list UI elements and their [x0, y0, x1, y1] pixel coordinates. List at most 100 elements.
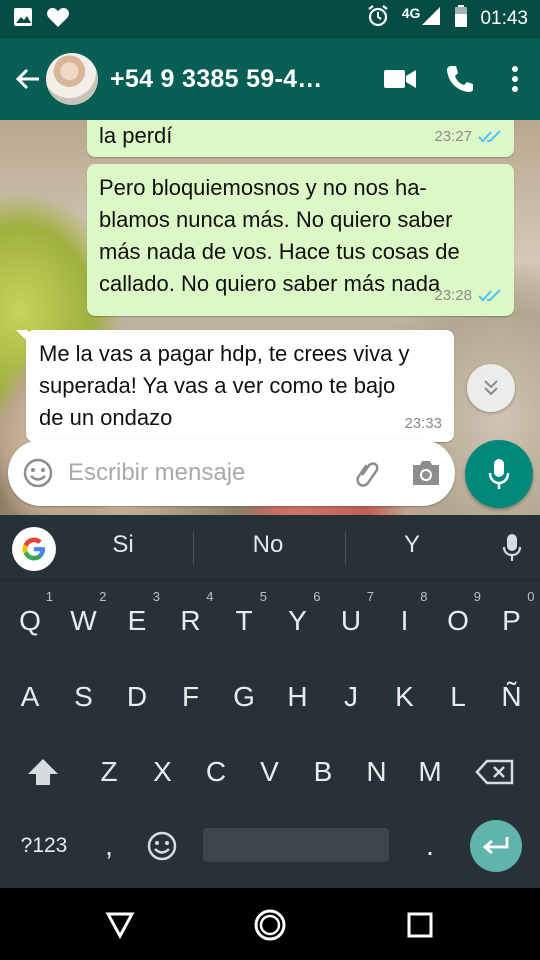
alarm-icon — [366, 4, 390, 34]
key-hint: 1 — [45, 589, 53, 604]
suggestion[interactable]: No — [208, 531, 328, 559]
key-g[interactable]: G — [219, 667, 269, 727]
key-u[interactable]: U7 — [326, 589, 376, 651]
backspace-key[interactable] — [470, 742, 520, 802]
keyboard: Si No Y Q1W2E3R4T5Y6U7I8O9P0 ASDFGHJKLÑ … — [0, 515, 540, 888]
symbols-key[interactable]: ?123 — [12, 816, 76, 876]
emoji-key[interactable] — [137, 816, 187, 876]
nav-back-button[interactable] — [100, 905, 140, 945]
message-time: 23:33 — [404, 415, 442, 432]
double-chevron-down-icon — [484, 380, 498, 396]
key-hint: 9 — [473, 589, 481, 604]
message-input[interactable]: Escribir mensaje — [68, 459, 339, 487]
compose-bar: Escribir mensaje — [8, 440, 455, 506]
key-l[interactable]: L — [433, 667, 483, 727]
clock: 01:43 — [480, 8, 528, 29]
back-arrow-icon — [15, 68, 39, 90]
message-time: 23:27 — [434, 128, 472, 145]
divider — [345, 531, 346, 565]
read-receipt-icon — [478, 289, 501, 302]
key-hint: 2 — [99, 589, 107, 604]
attach-button[interactable] — [339, 458, 397, 488]
key-x[interactable]: X — [138, 742, 188, 802]
back-button[interactable] — [6, 57, 50, 101]
key-e[interactable]: E3 — [112, 589, 162, 651]
key-h[interactable]: H — [273, 667, 323, 727]
period-key[interactable]: . — [405, 816, 455, 876]
voice-call-button[interactable] — [430, 49, 490, 109]
video-call-icon — [384, 70, 416, 88]
key-hint: 7 — [366, 589, 374, 604]
key-m[interactable]: M — [405, 742, 455, 802]
suggestion[interactable]: Y — [352, 531, 472, 559]
camera-icon — [413, 461, 439, 485]
key-ñ[interactable]: Ñ — [487, 667, 537, 727]
signal-icon — [420, 5, 442, 33]
emoji-button[interactable] — [8, 457, 68, 489]
key-hint: 5 — [259, 589, 267, 604]
key-n[interactable]: N — [352, 742, 402, 802]
shift-icon — [28, 759, 58, 785]
key-j[interactable]: J — [326, 667, 376, 727]
contact-name[interactable]: +54 9 3385 59-4… — [110, 65, 332, 94]
read-receipt-icon — [478, 130, 501, 143]
key-q[interactable]: Q1 — [5, 589, 55, 651]
message-text: Me la vas a pagar hdp, te crees viva y s… — [39, 341, 410, 430]
nav-back-icon — [105, 912, 135, 939]
emoji-icon — [147, 831, 177, 861]
key-v[interactable]: V — [245, 742, 295, 802]
mic-icon — [502, 534, 522, 561]
key-i[interactable]: I8 — [380, 589, 430, 651]
scroll-to-bottom-button[interactable] — [467, 364, 515, 412]
network-type: 4G — [401, 5, 421, 21]
emoji-icon — [23, 458, 53, 488]
key-hint: 4 — [206, 589, 214, 604]
key-s[interactable]: S — [59, 667, 109, 727]
key-t[interactable]: T5 — [219, 589, 269, 651]
nav-home-button[interactable] — [250, 905, 290, 945]
shift-key[interactable] — [18, 742, 68, 802]
key-r[interactable]: R4 — [166, 589, 216, 651]
enter-key[interactable] — [470, 820, 522, 872]
key-y[interactable]: Y6 — [273, 589, 323, 651]
more-options-button[interactable] — [490, 49, 540, 109]
camera-button[interactable] — [397, 459, 455, 487]
key-hint: 6 — [313, 589, 321, 604]
message-bubble[interactable]: Me la vas a pagar hdp, te crees viva y s… — [16, 330, 454, 442]
key-f[interactable]: F — [166, 667, 216, 727]
more-vert-icon — [512, 66, 518, 92]
status-bar: 4G 01:43 — [0, 0, 540, 38]
message-time: 23:28 — [434, 287, 472, 304]
key-hint: 8 — [420, 589, 428, 604]
google-icon[interactable] — [12, 527, 56, 571]
key-w[interactable]: W2 — [59, 589, 109, 651]
key-a[interactable]: A — [5, 667, 55, 727]
key-k[interactable]: K — [380, 667, 430, 727]
key-hint: 0 — [527, 589, 535, 604]
avatar[interactable] — [46, 53, 98, 105]
mic-icon — [488, 459, 510, 489]
nav-home-icon — [254, 909, 286, 941]
key-b[interactable]: B — [298, 742, 348, 802]
key-d[interactable]: D — [112, 667, 162, 727]
paperclip-icon — [356, 462, 379, 487]
enter-icon — [482, 837, 509, 855]
image-icon — [12, 6, 34, 33]
nav-recents-button[interactable] — [400, 905, 440, 945]
voice-typing-button[interactable] — [502, 533, 522, 568]
space-key[interactable] — [203, 828, 389, 862]
video-call-button[interactable] — [370, 49, 430, 109]
chat-header: +54 9 3385 59-4… — [0, 38, 540, 120]
key-p[interactable]: P0 — [487, 589, 537, 651]
key-z[interactable]: Z — [84, 742, 134, 802]
voice-record-button[interactable] — [465, 440, 533, 508]
divider — [193, 531, 194, 565]
key-o[interactable]: O9 — [433, 589, 483, 651]
comma-key[interactable]: , — [84, 816, 134, 876]
message-bubble[interactable]: Pero bloquiemosnos y no nos ha- blamos n… — [87, 164, 514, 316]
screen: 4G 01:43 +54 9 3385 59-4… la perdí 23:27… — [0, 0, 540, 960]
key-c[interactable]: C — [191, 742, 241, 802]
chat-area[interactable]: la perdí 23:27 Pero bloquiemosnos y no n… — [0, 120, 540, 515]
suggestion[interactable]: Si — [63, 531, 183, 559]
message-bubble[interactable]: la perdí 23:27 — [87, 120, 514, 157]
